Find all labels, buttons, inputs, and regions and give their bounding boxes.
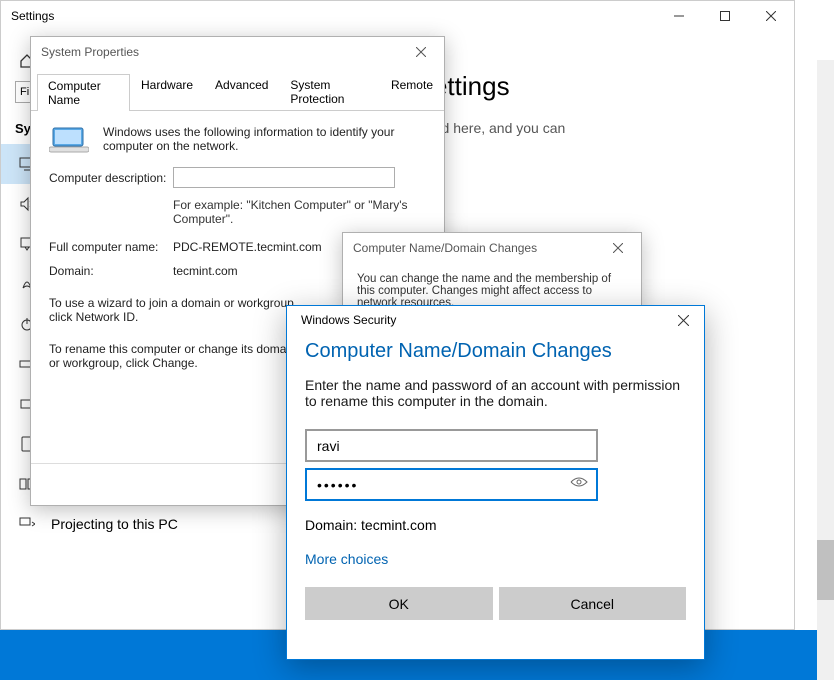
- settings-titlebar: Settings: [1, 1, 794, 31]
- dc-titlebar: Computer Name/Domain Changes: [343, 233, 641, 263]
- sysprops-tabs: Computer Name Hardware Advanced System P…: [31, 73, 444, 111]
- rename-text: To rename this computer or change its do…: [49, 342, 309, 370]
- tab-hardware[interactable]: Hardware: [130, 73, 204, 110]
- password-input[interactable]: [305, 468, 598, 501]
- close-button[interactable]: [668, 308, 698, 332]
- tab-computer-name[interactable]: Computer Name: [37, 74, 130, 111]
- reveal-password-icon[interactable]: [570, 476, 588, 488]
- projecting-icon: [19, 516, 35, 532]
- ok-button[interactable]: OK: [305, 587, 493, 620]
- sidebar-item-projecting[interactable]: Projecting to this PC: [1, 504, 241, 544]
- fullname-value: PDC-REMOTE.tecmint.com: [173, 240, 322, 254]
- ws-heading: Computer Name/Domain Changes: [305, 340, 686, 363]
- tab-advanced[interactable]: Advanced: [204, 73, 279, 110]
- tab-remote[interactable]: Remote: [380, 73, 444, 110]
- desc-example: For example: "Kitchen Computer" or "Mary…: [173, 198, 413, 226]
- close-button[interactable]: [603, 236, 633, 260]
- ws-domain-line: Domain: tecmint.com: [305, 517, 686, 533]
- domain-value: tecmint.com: [173, 264, 238, 278]
- sysprops-title: System Properties: [41, 45, 406, 59]
- close-button[interactable]: [748, 1, 794, 31]
- fullname-label: Full computer name:: [49, 240, 173, 254]
- windows-security-dialog: Windows Security Computer Name/Domain Ch…: [286, 305, 705, 660]
- dc-title: Computer Name/Domain Changes: [353, 241, 603, 255]
- domain-label: Domain:: [49, 264, 173, 278]
- wizard-text: To use a wizard to join a domain or work…: [49, 296, 309, 324]
- ws-titlebar: Windows Security: [287, 306, 704, 334]
- intro-text: Windows uses the following information t…: [103, 125, 426, 153]
- ws-title: Windows Security: [301, 313, 668, 327]
- description-input[interactable]: [173, 167, 395, 188]
- close-button[interactable]: [406, 40, 436, 64]
- tab-system-protection[interactable]: System Protection: [279, 73, 380, 110]
- more-choices-link[interactable]: More choices: [305, 551, 388, 567]
- sysprops-titlebar: System Properties: [31, 37, 444, 67]
- ws-prompt: Enter the name and password of an accoun…: [305, 377, 686, 409]
- domain-changes-dialog: Computer Name/Domain Changes You can cha…: [342, 232, 642, 312]
- computer-icon: [49, 125, 89, 155]
- minimize-button[interactable]: [656, 1, 702, 31]
- settings-title: Settings: [11, 9, 656, 23]
- sidebar-item-label: Projecting to this PC: [51, 516, 178, 532]
- scrollbar-thumb[interactable]: [817, 540, 834, 600]
- maximize-button[interactable]: [702, 1, 748, 31]
- scrollbar[interactable]: [817, 60, 834, 680]
- cancel-button[interactable]: Cancel: [499, 587, 687, 620]
- desc-label: Computer description:: [49, 171, 173, 185]
- username-input[interactable]: [305, 429, 598, 462]
